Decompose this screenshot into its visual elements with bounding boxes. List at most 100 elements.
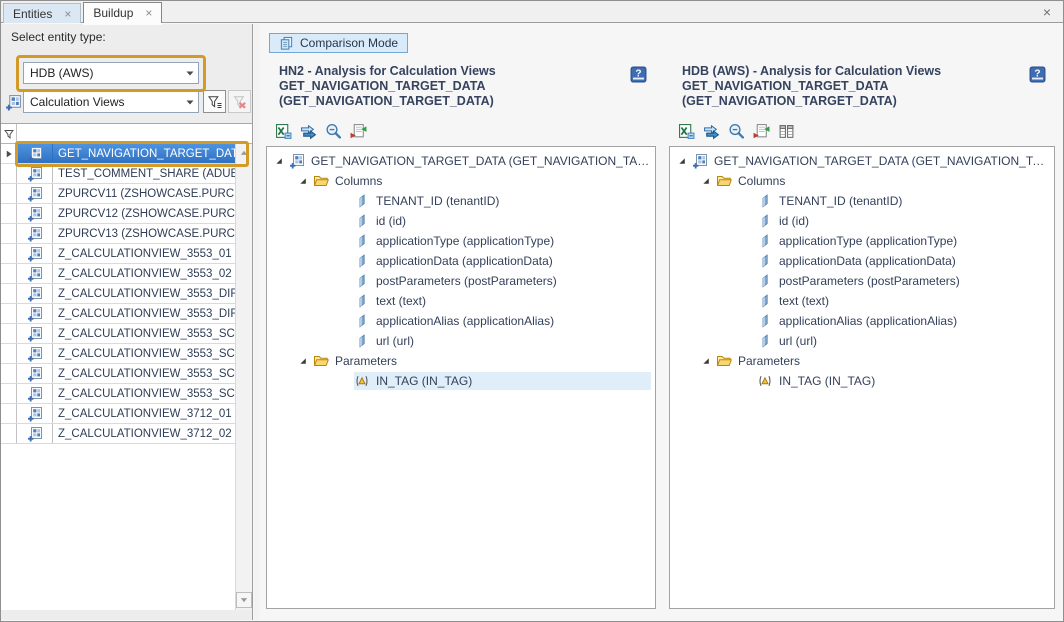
column-icon xyxy=(354,313,370,329)
tree-item-node[interactable]: TENANT_ID (tenantID) xyxy=(670,191,1054,211)
tab-buildup[interactable]: Buildup× xyxy=(83,2,162,23)
tree-group-parameters[interactable]: Parameters xyxy=(670,351,1054,371)
entity-list-item[interactable]: ZPURCV12 (ZSHOWCASE.PURCHASIN xyxy=(1,204,235,224)
tree-item-node[interactable]: url (url) xyxy=(670,331,1054,351)
help-icon[interactable]: ? xyxy=(630,66,647,83)
tree-item-node[interactable]: url (url) xyxy=(267,331,655,351)
entity-list-item[interactable]: Z_CALCULATIONVIEW_3553_SCRIPT xyxy=(1,324,235,344)
system-select[interactable]: HDB (AWS) xyxy=(23,62,199,84)
panel-title-line: HDB (AWS) - Analysis for Calculation Vie… xyxy=(682,64,1023,79)
entity-list-item[interactable]: Z_CALCULATIONVIEW_3712_02 (ZSF xyxy=(1,424,235,444)
zoom-out-icon[interactable] xyxy=(325,123,342,140)
tree-item-node[interactable]: IN_TAG (IN_TAG) xyxy=(670,371,1054,391)
transfer-doc-icon[interactable] xyxy=(753,123,770,140)
toggle-spacer xyxy=(337,314,351,328)
tree-row-body: Parameters xyxy=(716,352,1050,370)
tree-item-node[interactable]: applicationData (applicationData) xyxy=(267,251,655,271)
sync-arrows-icon[interactable] xyxy=(703,123,720,140)
entity-list-item[interactable]: Z_CALCULATIONVIEW_3553_SCRIPT xyxy=(1,344,235,364)
transfer-doc-icon[interactable] xyxy=(350,123,367,140)
entity-list-item[interactable]: ZPURCV11 (ZSHOWCASE.PURCHASIN xyxy=(1,184,235,204)
sync-arrows-icon[interactable] xyxy=(300,123,317,140)
tree-group-parameters[interactable]: Parameters xyxy=(267,351,655,371)
tree-item-node[interactable]: text (text) xyxy=(267,291,655,311)
panel-title-line: HN2 - Analysis for Calculation Views xyxy=(279,64,624,79)
row-indicator xyxy=(1,144,17,163)
tree-item-node[interactable]: applicationData (applicationData) xyxy=(670,251,1054,271)
entity-list-item-label: Z_CALCULATIONVIEW_3553_SCRIPT xyxy=(53,344,235,363)
tree-item-label: applicationType (applicationType) xyxy=(376,234,554,248)
entity-list-item[interactable]: Z_CALCULATIONVIEW_3553_DIRECT xyxy=(1,304,235,324)
calculation-view-icon xyxy=(27,326,43,342)
tree-item-node[interactable]: postParameters (postParameters) xyxy=(670,271,1054,291)
entity-list-item[interactable]: ZPURCV13 (ZSHOWCASE.PURCHASIN xyxy=(1,224,235,244)
expand-toggle-icon[interactable] xyxy=(272,154,286,168)
chevron-down-icon xyxy=(182,94,198,110)
panel-title-line: GET_NAVIGATION_TARGET_DATA xyxy=(279,79,624,94)
entity-select[interactable]: Calculation Views xyxy=(23,91,199,113)
clear-filter-button[interactable] xyxy=(228,90,251,113)
entity-list-item[interactable]: TEST_COMMENT_SHARE (ADUERRST xyxy=(1,164,235,184)
tree-item-node[interactable]: text (text) xyxy=(670,291,1054,311)
row-indicator xyxy=(1,384,17,403)
tree-root-node[interactable]: GET_NAVIGATION_TARGET_DATA (GET_NAVIGATI… xyxy=(670,151,1054,171)
entity-list-item-label: Z_CALCULATIONVIEW_3712_01 (ZSF xyxy=(53,404,235,423)
tree-row-body: TENANT_ID (tenantID) xyxy=(757,192,1050,210)
entity-icon-cell xyxy=(17,184,53,203)
expand-toggle-icon[interactable] xyxy=(675,154,689,168)
tree-item-node[interactable]: IN_TAG (IN_TAG) xyxy=(267,371,655,391)
entity-list-item[interactable]: GET_NAVIGATION_TARGET_DATA (s xyxy=(1,144,235,164)
help-icon[interactable]: ? xyxy=(1029,66,1046,83)
filter-button[interactable] xyxy=(203,90,226,113)
tree-item-node[interactable]: applicationType (applicationType) xyxy=(267,231,655,251)
scroll-down-button[interactable] xyxy=(236,592,252,608)
export-excel-icon[interactable] xyxy=(275,123,292,140)
clear-filter-icon xyxy=(232,94,248,110)
comparison-mode-button[interactable]: Comparison Mode xyxy=(269,33,408,53)
tree-item-node[interactable]: id (id) xyxy=(267,211,655,231)
expand-toggle-icon[interactable] xyxy=(296,174,310,188)
expand-toggle-icon[interactable] xyxy=(699,354,713,368)
zoom-out-icon[interactable] xyxy=(728,123,745,140)
panel-title-line: GET_NAVIGATION_TARGET_DATA xyxy=(682,79,1023,94)
application-window: Entities×Buildup× × Select entity type: … xyxy=(0,0,1064,622)
tree-item-label: text (text) xyxy=(376,294,426,308)
tree-item-node[interactable]: applicationAlias (applicationAlias) xyxy=(267,311,655,331)
entity-list-item[interactable]: Z_CALCULATIONVIEW_3553_SCRIPT xyxy=(1,384,235,404)
entity-list-item[interactable]: Z_CALCULATIONVIEW_3553_01 (ZSF xyxy=(1,244,235,264)
entity-list-item[interactable]: Z_CALCULATIONVIEW_3553_SCRIPT xyxy=(1,364,235,384)
tree-root-node[interactable]: GET_NAVIGATION_TARGET_DATA (GET_NAVIGATI… xyxy=(267,151,655,171)
tab-entities[interactable]: Entities× xyxy=(3,3,81,23)
export-excel-icon[interactable] xyxy=(678,123,695,140)
window-close-icon[interactable]: × xyxy=(1043,4,1051,20)
entity-icon-cell xyxy=(17,304,53,323)
expand-toggle-icon[interactable] xyxy=(296,354,310,368)
tree-group-columns[interactable]: Columns xyxy=(267,171,655,191)
row-indicator xyxy=(1,324,17,343)
tree-item-node[interactable]: id (id) xyxy=(670,211,1054,231)
entity-list-item-label: Z_CALCULATIONVIEW_3553_DIRECT xyxy=(53,284,235,303)
tree-item-node[interactable]: applicationAlias (applicationAlias) xyxy=(670,311,1054,331)
tree-item-node[interactable]: applicationType (applicationType) xyxy=(670,231,1054,251)
toggle-spacer xyxy=(740,334,754,348)
panel-title: HDB (AWS) - Analysis for Calculation Vie… xyxy=(669,62,1055,109)
entity-list-item-label: GET_NAVIGATION_TARGET_DATA (s xyxy=(53,144,235,163)
row-indicator xyxy=(1,304,17,323)
tab-close-icon[interactable]: × xyxy=(64,8,71,20)
tree-item-node[interactable]: TENANT_ID (tenantID) xyxy=(267,191,655,211)
entity-select-value: Calculation Views xyxy=(30,95,125,109)
expand-toggle-icon[interactable] xyxy=(699,174,713,188)
grid-view-icon[interactable] xyxy=(778,123,795,140)
tree-item-node[interactable]: postParameters (postParameters) xyxy=(267,271,655,291)
entity-list-item[interactable]: Z_CALCULATIONVIEW_3553_DIRECT xyxy=(1,284,235,304)
scroll-up-button[interactable] xyxy=(236,145,252,161)
svg-text:?: ? xyxy=(635,69,641,80)
toggle-spacer xyxy=(337,194,351,208)
tree-group-columns[interactable]: Columns xyxy=(670,171,1054,191)
entity-list-item[interactable]: Z_CALCULATIONVIEW_3553_02 (ZSF xyxy=(1,264,235,284)
entity-list-item[interactable]: Z_CALCULATIONVIEW_3712_01 (ZSF xyxy=(1,404,235,424)
grid-filter-row[interactable] xyxy=(1,124,252,144)
calculation-view-icon xyxy=(27,406,43,422)
scrollbar[interactable] xyxy=(235,144,252,610)
tab-close-icon[interactable]: × xyxy=(145,7,152,19)
